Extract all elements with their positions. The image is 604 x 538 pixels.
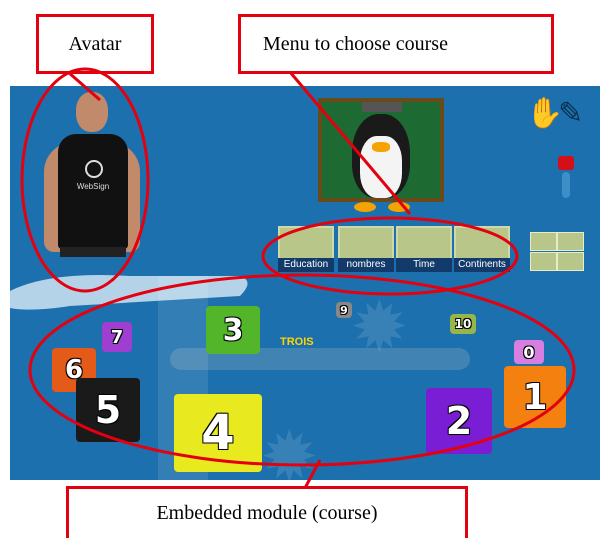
background-gear-icon-2: ✹: [260, 416, 319, 480]
background-gear-icon: ✹: [350, 286, 409, 368]
app-scene: ✹ ✹ WebSign ✋ ✎ Education nombres Time C…: [10, 86, 600, 480]
number-cube[interactable]: 2: [426, 388, 492, 454]
toggle-track: [562, 172, 570, 198]
course-grid-item[interactable]: [557, 232, 584, 251]
cube-digit: 7: [110, 326, 124, 348]
red-toggle-icon[interactable]: [558, 156, 574, 170]
cube-digit: 9: [340, 303, 348, 317]
course-label: Continents: [454, 258, 510, 272]
pen-icon[interactable]: ✎: [558, 96, 583, 131]
course-grid-item[interactable]: [557, 252, 584, 271]
course-callout: Embedded module (course): [66, 486, 468, 538]
number-word: TROIS: [280, 336, 314, 348]
number-cube[interactable]: 0: [514, 340, 544, 364]
cube-digit: 0: [523, 342, 535, 362]
number-cube[interactable]: 5: [76, 378, 140, 442]
course-continents[interactable]: Continents: [454, 226, 510, 272]
course-label: Time: [396, 258, 452, 272]
cube-digit: 5: [94, 388, 122, 432]
course-education[interactable]: Education: [278, 226, 334, 272]
menu-callout: Menu to choose course: [238, 14, 554, 74]
cube-digit: 4: [201, 405, 235, 461]
course-callout-text: Embedded module (course): [156, 502, 378, 524]
course-label: Education: [278, 258, 334, 272]
cube-digit: 1: [522, 376, 548, 418]
course-label: nombres: [338, 258, 394, 272]
avatar-head: [76, 92, 108, 132]
course-grid-item[interactable]: [530, 252, 557, 271]
avatar: WebSign: [40, 92, 150, 272]
avatar-callout: Avatar: [36, 14, 154, 74]
shirt-text: WebSign: [76, 182, 110, 191]
course-time[interactable]: Time: [396, 226, 452, 272]
cube-digit: 2: [445, 399, 473, 443]
number-cube[interactable]: 7: [102, 322, 132, 352]
menu-callout-text: Menu to choose course: [263, 32, 448, 55]
course-grid-item[interactable]: [530, 232, 557, 251]
number-cube[interactable]: 10: [450, 314, 476, 334]
course-nombres[interactable]: nombres: [338, 226, 394, 272]
cube-digit: 10: [454, 317, 472, 331]
websign-logo-icon: [85, 160, 103, 178]
avatar-shirt: WebSign: [58, 134, 128, 249]
number-cube[interactable]: 1: [504, 366, 566, 428]
cube-digit: 3: [222, 312, 244, 348]
avatar-pants: [60, 247, 126, 257]
number-cube[interactable]: 4: [174, 394, 262, 472]
avatar-callout-text: Avatar: [68, 32, 122, 55]
teacher-penguin-icon[interactable]: [318, 98, 446, 216]
number-cube[interactable]: 9: [336, 302, 352, 318]
number-cube[interactable]: 3: [206, 306, 260, 354]
